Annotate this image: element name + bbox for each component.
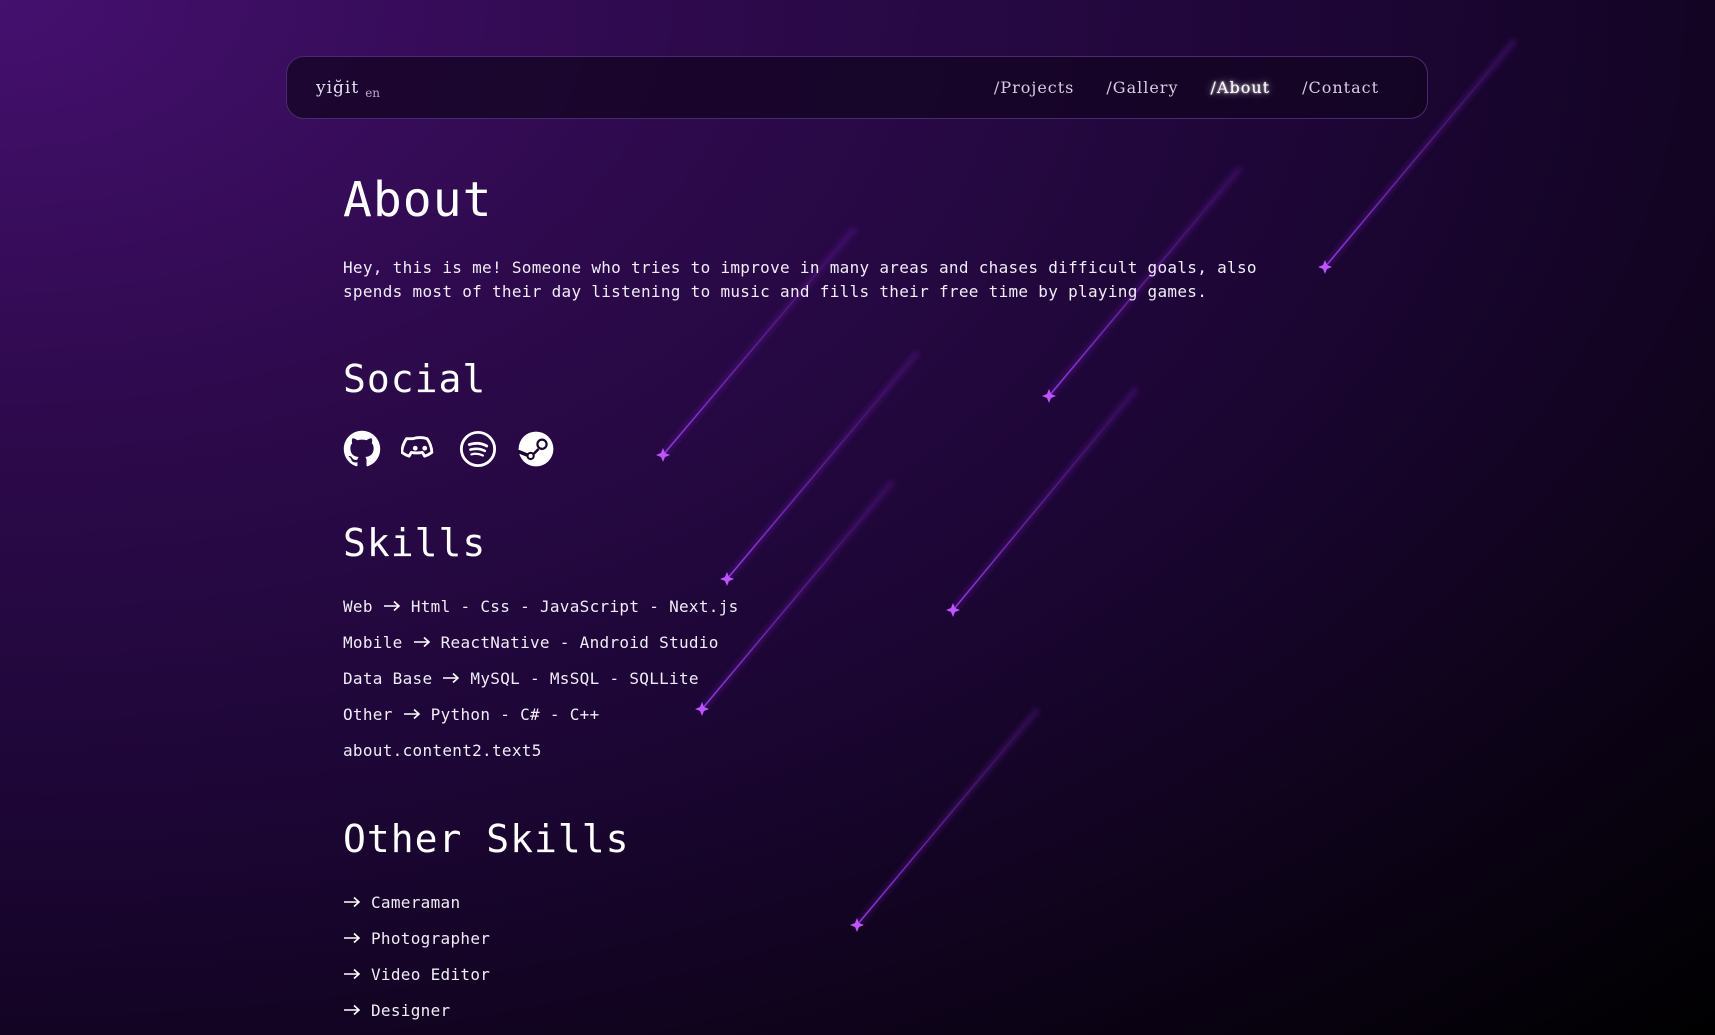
- arrow-right-icon: [443, 672, 460, 684]
- list-item: Video Editor: [343, 956, 490, 992]
- meteor: [946, 386, 1140, 617]
- skills-list: Web Html - Css - JavaScript - Next.js Mo…: [343, 588, 739, 768]
- other-skill-label: Designer: [371, 1000, 451, 1020]
- arrow-right-icon: [403, 708, 420, 720]
- skills-heading: Skills: [343, 521, 487, 565]
- nav-link-contact[interactable]: /Contact: [1302, 78, 1379, 97]
- skill-detail: Html - Css - JavaScript - Next.js: [410, 596, 739, 616]
- skill-detail: Python - C# - C++: [430, 704, 600, 724]
- skill-category: Mobile: [343, 632, 403, 652]
- nav-link-projects[interactable]: /Projects: [994, 78, 1074, 97]
- skill-category: Other: [343, 704, 393, 724]
- spotify-icon[interactable]: [459, 430, 497, 468]
- arrow-right-icon: [383, 600, 401, 612]
- list-item: Photographer: [343, 920, 490, 956]
- other-skills-list: Cameraman Photographer Video Editor Desi…: [343, 884, 490, 1028]
- other-skills-heading: Other Skills: [343, 817, 630, 861]
- steam-icon[interactable]: [517, 430, 555, 468]
- intro-text: Hey, this is me! Someone who tries to im…: [343, 258, 1257, 301]
- skill-category: Data Base: [343, 668, 433, 688]
- arrow-right-icon: [344, 968, 361, 980]
- skill-extra: about.content2.text5: [343, 740, 542, 760]
- meteor: [720, 350, 921, 586]
- meteor-background: [656, 38, 1518, 932]
- list-item: Data Base MySQL - MsSQL - SQLLite: [343, 660, 739, 696]
- list-item: about.content2.text5: [343, 732, 739, 768]
- skill-category: Web: [343, 596, 373, 616]
- list-item: Other Python - C# - C++: [343, 696, 739, 732]
- skill-detail: ReactNative - Android Studio: [440, 632, 719, 652]
- arrow-right-icon: [344, 932, 361, 944]
- github-icon[interactable]: [343, 430, 381, 468]
- page-title: About: [343, 172, 493, 228]
- nav-links: /Projects /Gallery /About /Contact: [994, 78, 1379, 97]
- list-item: Mobile ReactNative - Android Studio: [343, 624, 739, 660]
- skill-detail: MySQL - MsSQL - SQLLite: [470, 668, 699, 688]
- meteor: [850, 707, 1041, 932]
- nav-link-about[interactable]: /About: [1211, 78, 1271, 97]
- arrow-right-icon: [344, 896, 361, 908]
- other-skill-label: Photographer: [371, 928, 491, 948]
- language-switcher[interactable]: en: [365, 86, 380, 100]
- brand[interactable]: yiğit en: [316, 78, 380, 100]
- other-skill-label: Video Editor: [371, 964, 491, 984]
- arrow-right-icon: [344, 1004, 361, 1016]
- about-content: About Hey, this is me! Someone who tries…: [343, 170, 1343, 1020]
- discord-icon[interactable]: [401, 430, 439, 468]
- nav-link-gallery[interactable]: /Gallery: [1106, 78, 1178, 97]
- list-item: Cameraman: [343, 884, 490, 920]
- social-icons: [343, 430, 555, 468]
- other-skill-label: Cameraman: [371, 892, 461, 912]
- social-heading: Social: [343, 357, 487, 401]
- list-item: Designer: [343, 992, 490, 1028]
- arrow-right-icon: [413, 636, 430, 648]
- list-item: Web Html - Css - JavaScript - Next.js: [343, 588, 739, 624]
- brand-name[interactable]: yiğit: [316, 78, 359, 98]
- top-navbar: yiğit en /Projects /Gallery /About /Cont…: [286, 56, 1428, 119]
